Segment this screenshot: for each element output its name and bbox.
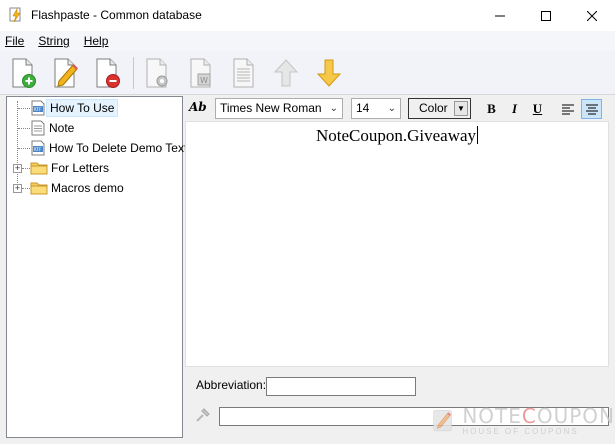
tree-item-label: How To Use (46, 99, 119, 117)
new-string-button[interactable] (5, 55, 41, 91)
align-center-icon (585, 104, 598, 114)
font-family-select[interactable]: Times New Roman ⌄ (215, 98, 343, 119)
word-document-icon: W (190, 58, 211, 88)
close-button[interactable] (569, 0, 615, 31)
rich-text-editor[interactable]: NoteCoupon.Giveaway (185, 121, 609, 367)
minimize-button[interactable] (477, 0, 523, 31)
svg-text:W: W (200, 76, 208, 85)
bold-button[interactable]: B (481, 99, 502, 119)
menu-help[interactable]: Help (79, 31, 118, 51)
align-left-button[interactable] (557, 99, 578, 119)
notecoupon-logo-icon (433, 410, 452, 432)
maximize-button[interactable] (523, 0, 569, 31)
arrow-down-icon (316, 59, 342, 87)
hotkey-pin-icon[interactable] (194, 406, 212, 424)
watermark-tagline: HOUSE OF COUPONS (462, 426, 579, 436)
tree-item-label: For Letters (51, 161, 110, 175)
text-doc-icon (31, 120, 45, 136)
move-down-button[interactable] (311, 55, 347, 91)
italic-button[interactable]: I (504, 99, 525, 119)
tree-guide-line (18, 128, 30, 129)
align-left-icon (561, 104, 574, 114)
menu-string[interactable]: String (33, 31, 78, 51)
menu-file[interactable]: File (0, 31, 33, 51)
svg-text:RTF: RTF (34, 147, 43, 153)
expand-icon[interactable]: + (13, 164, 22, 173)
tree-item-note[interactable]: Note (30, 119, 77, 137)
brand-part: C (521, 403, 537, 428)
tree-item-for-letters[interactable]: For Letters (30, 159, 112, 177)
editor-text: NoteCoupon.Giveaway (315, 126, 477, 145)
text-color-select[interactable]: Color ▼ (408, 98, 471, 119)
abbreviation-label: Abbreviation: (196, 378, 267, 392)
watermark-text: NOTECOUPON HOUSE OF COUPONS (462, 405, 615, 436)
toolbar-separator (133, 57, 134, 89)
template-button[interactable] (226, 55, 262, 91)
edit-string-button[interactable] (47, 55, 83, 91)
tree-item-label: Note (49, 121, 75, 135)
rtf-doc-icon: RTF (31, 140, 45, 156)
arrow-up-icon (273, 59, 299, 87)
tree-guide-line (18, 108, 30, 109)
tree-item-macros-demo[interactable]: Macros demo (30, 179, 127, 197)
toolbar: W (0, 51, 615, 95)
font-style-icon: Ab (189, 100, 207, 114)
color-label: Color (419, 101, 448, 115)
title-bar: Flashpaste - Common database (0, 0, 615, 31)
maximize-icon (541, 10, 551, 21)
chevron-down-icon: ⌄ (329, 103, 338, 114)
minimize-icon (495, 15, 505, 16)
watermark-brand: NOTECOUPON (462, 405, 615, 427)
menu-bar: File String Help (0, 31, 615, 51)
move-up-button[interactable] (268, 55, 304, 91)
tree-item-how-to-use[interactable]: RTF How To Use (30, 99, 119, 117)
new-document-icon (12, 58, 36, 88)
folder-icon (30, 162, 48, 175)
chevron-down-icon: ⌄ (387, 103, 396, 114)
font-size-value: 14 (356, 101, 370, 115)
font-family-value: Times New Roman (220, 101, 322, 115)
window-title: Flashpaste - Common database (31, 8, 202, 22)
edit-document-icon (54, 58, 78, 88)
delete-document-icon (96, 58, 120, 88)
format-toolbar: Ab Times New Roman ⌄ 14 ⌄ Color ▼ B I U (185, 96, 609, 121)
notecoupon-watermark: NOTECOUPON HOUSE OF COUPONS (430, 396, 615, 444)
abbreviation-input[interactable] (266, 377, 416, 396)
text-caret (477, 126, 479, 144)
delete-string-button[interactable] (89, 55, 125, 91)
tree-guide-line (22, 168, 30, 169)
rtf-doc-icon: RTF (31, 100, 45, 116)
word-export-button[interactable]: W (183, 55, 219, 91)
tree-guide-line (22, 188, 30, 189)
brand-part: OUPON (536, 403, 615, 428)
editor-content: NoteCoupon.Giveaway (186, 126, 608, 146)
string-tree[interactable]: RTF How To Use Note RTF How To Delete De… (6, 96, 187, 438)
folder-icon (30, 182, 48, 195)
tree-item-how-to-delete-demo-text[interactable]: RTF How To Delete Demo Text (30, 139, 190, 157)
flashpaste-app-icon (9, 7, 21, 23)
tree-guide-line (17, 101, 18, 189)
font-size-select[interactable]: 14 ⌄ (351, 98, 401, 119)
tree-guide-line (18, 148, 30, 149)
align-center-button[interactable] (581, 99, 602, 119)
properties-button[interactable] (139, 55, 175, 91)
close-icon (587, 10, 597, 21)
expand-icon[interactable]: + (13, 184, 22, 193)
svg-text:RTF: RTF (34, 107, 43, 113)
document-settings-icon (146, 58, 168, 88)
tree-item-label: How To Delete Demo Text (49, 141, 188, 155)
dropdown-arrow-icon: ▼ (454, 101, 468, 116)
text-lines-document-icon (233, 58, 254, 88)
brand-part: NOTE (462, 403, 522, 428)
tree-item-label: Macros demo (51, 181, 124, 195)
underline-button[interactable]: U (527, 99, 548, 119)
